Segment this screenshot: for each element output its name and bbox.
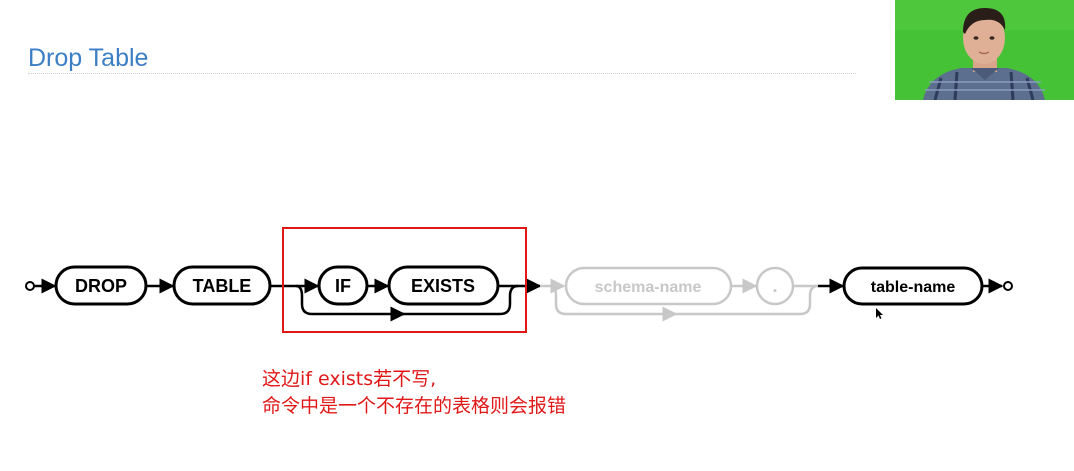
end-terminal [1003,281,1013,291]
drop-keyword: DROP [75,276,127,296]
schema-name-label: schema-name [595,279,702,296]
mouse-cursor-icon [876,308,883,319]
exists-keyword: EXISTS [411,276,475,296]
table-name-label: table-name [871,279,956,296]
dot-label: . [772,276,777,296]
annotation-line-1: 这边if exists若不写, [262,368,437,390]
annotation-line-2: 命令中是一个不存在的表格则会报错 [262,395,567,417]
annotation-note: 这边if exists若不写, 命令中是一个不存在的表格则会报错 [262,366,566,420]
table-keyword: TABLE [193,276,252,296]
if-keyword: IF [335,276,351,296]
start-terminal [25,281,35,291]
